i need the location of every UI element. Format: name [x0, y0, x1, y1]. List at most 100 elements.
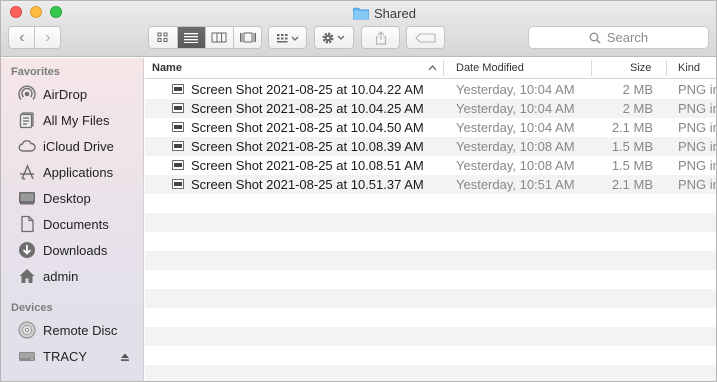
- back-icon: ‹: [19, 28, 25, 46]
- file-name: Screen Shot 2021-08-25 at 10.08.51 AM: [191, 158, 424, 173]
- documents-icon: [18, 215, 36, 233]
- file-name: Screen Shot 2021-08-25 at 10.51.37 AM: [191, 177, 424, 192]
- close-button[interactable]: [10, 6, 22, 18]
- tag-icon: [414, 32, 436, 43]
- sidebar-item-label: iCloud Drive: [43, 138, 114, 154]
- file-date: Yesterday, 10:08 AM: [456, 139, 575, 154]
- cloud-icon: [18, 137, 36, 155]
- file-row[interactable]: Screen Shot 2021-08-25 at 10.51.37 AM Ye…: [145, 175, 716, 194]
- search-icon: [589, 32, 601, 43]
- empty-row: [145, 270, 716, 289]
- all-files-icon: [18, 111, 36, 129]
- gallery-view-icon: [239, 32, 256, 43]
- column-header-date[interactable]: Date Modified: [456, 62, 524, 74]
- file-kind: PNG im: [678, 139, 716, 154]
- icon-view-button[interactable]: [149, 27, 177, 48]
- action-button[interactable]: [314, 26, 354, 49]
- empty-row: [145, 327, 716, 346]
- column-header-name[interactable]: Name: [152, 62, 182, 74]
- column-divider[interactable]: [666, 60, 667, 76]
- empty-row: [145, 346, 716, 365]
- minimize-button[interactable]: [30, 6, 42, 18]
- column-view-icon: [211, 32, 227, 43]
- sidebar-item-airdrop[interactable]: AirDrop: [18, 84, 87, 104]
- empty-row: [145, 213, 716, 232]
- file-kind: PNG im: [678, 82, 716, 97]
- empty-row: [145, 194, 716, 213]
- sidebar-item-label: Applications: [43, 164, 114, 180]
- back-button[interactable]: ‹: [9, 27, 34, 48]
- downloads-icon: [18, 241, 36, 259]
- titlebar: Shared ‹ › Search: [1, 1, 716, 57]
- file-size: 1.5 MB: [611, 139, 653, 154]
- forward-icon: ›: [45, 28, 51, 46]
- file-size: 2 MB: [622, 82, 653, 97]
- list-view-button[interactable]: [176, 27, 205, 48]
- sidebar-item-admin[interactable]: admin: [18, 266, 78, 286]
- tag-button[interactable]: [406, 26, 445, 49]
- file-date: Yesterday, 10:04 AM: [456, 101, 575, 116]
- image-file-icon: [172, 141, 184, 151]
- sidebar-item-label: Downloads: [43, 242, 108, 258]
- file-row[interactable]: Screen Shot 2021-08-25 at 10.08.51 AM Ye…: [145, 156, 716, 175]
- empty-row: [145, 289, 716, 308]
- column-divider[interactable]: [443, 60, 444, 76]
- empty-row: [145, 251, 716, 270]
- sidebar-item-tracy[interactable]: TRACY: [18, 346, 87, 366]
- sidebar: Favorites AirDrop All My Files iCloud Dr…: [1, 58, 144, 381]
- window-title: Shared: [353, 5, 416, 21]
- view-mode-control: [148, 26, 262, 49]
- forward-button[interactable]: ›: [34, 27, 60, 48]
- column-header-size[interactable]: Size: [630, 62, 651, 74]
- file-size: 2.1 MB: [611, 120, 653, 135]
- sidebar-item-documents[interactable]: Documents: [18, 214, 109, 234]
- file-kind: PNG im: [678, 158, 716, 173]
- folder-icon: [353, 7, 369, 20]
- sidebar-item-icloud-drive[interactable]: iCloud Drive: [18, 136, 114, 156]
- file-date: Yesterday, 10:04 AM: [456, 82, 575, 97]
- file-kind: PNG im: [678, 177, 716, 192]
- file-row[interactable]: Screen Shot 2021-08-25 at 10.04.50 AM Ye…: [145, 118, 716, 137]
- file-date: Yesterday, 10:51 AM: [456, 177, 575, 192]
- sort-ascending-icon[interactable]: [428, 65, 437, 71]
- finder-window: Shared ‹ › Search Favorites AirDrop All …: [0, 0, 717, 382]
- zoom-button[interactable]: [50, 6, 62, 18]
- search-field[interactable]: Search: [528, 26, 709, 49]
- arrange-grid-icon: [276, 33, 298, 42]
- share-icon: [375, 30, 386, 45]
- sidebar-item-desktop[interactable]: Desktop: [18, 188, 91, 208]
- image-file-icon: [172, 84, 184, 94]
- drive-icon: [18, 347, 36, 365]
- gallery-view-button[interactable]: [233, 27, 261, 48]
- file-name: Screen Shot 2021-08-25 at 10.08.39 AM: [191, 139, 424, 154]
- search-placeholder: Search: [606, 30, 649, 45]
- image-file-icon: [172, 122, 184, 132]
- desktop-icon: [18, 189, 36, 207]
- sidebar-item-downloads[interactable]: Downloads: [18, 240, 107, 260]
- file-row[interactable]: Screen Shot 2021-08-25 at 10.04.22 AM Ye…: [145, 80, 716, 99]
- share-button[interactable]: [361, 26, 400, 49]
- sidebar-item-all-my-files[interactable]: All My Files: [18, 110, 109, 130]
- column-divider[interactable]: [591, 60, 592, 76]
- eject-icon[interactable]: [120, 350, 130, 361]
- file-name: Screen Shot 2021-08-25 at 10.04.25 AM: [191, 101, 424, 116]
- image-file-icon: [172, 160, 184, 170]
- file-date: Yesterday, 10:08 AM: [456, 158, 575, 173]
- disc-icon: [18, 321, 36, 339]
- file-kind: PNG im: [678, 120, 716, 135]
- file-row[interactable]: Screen Shot 2021-08-25 at 10.08.39 AM Ye…: [145, 137, 716, 156]
- image-file-icon: [172, 103, 184, 113]
- arrange-button[interactable]: [268, 26, 307, 49]
- file-size: 2.1 MB: [611, 177, 653, 192]
- file-size: 2 MB: [622, 101, 653, 116]
- sidebar-item-remote-disc[interactable]: Remote Disc: [18, 320, 117, 340]
- sidebar-item-label: AirDrop: [43, 86, 88, 102]
- file-row[interactable]: Screen Shot 2021-08-25 at 10.04.25 AM Ye…: [145, 99, 716, 118]
- file-name: Screen Shot 2021-08-25 at 10.04.50 AM: [191, 120, 424, 135]
- column-header-kind[interactable]: Kind: [678, 62, 700, 74]
- column-view-button[interactable]: [204, 27, 233, 48]
- column-header-bar: Name Date Modified Size Kind: [145, 58, 716, 79]
- window-title-text: Shared: [374, 5, 416, 21]
- icon-view-icon: [157, 32, 168, 42]
- sidebar-item-applications[interactable]: Applications: [18, 162, 113, 182]
